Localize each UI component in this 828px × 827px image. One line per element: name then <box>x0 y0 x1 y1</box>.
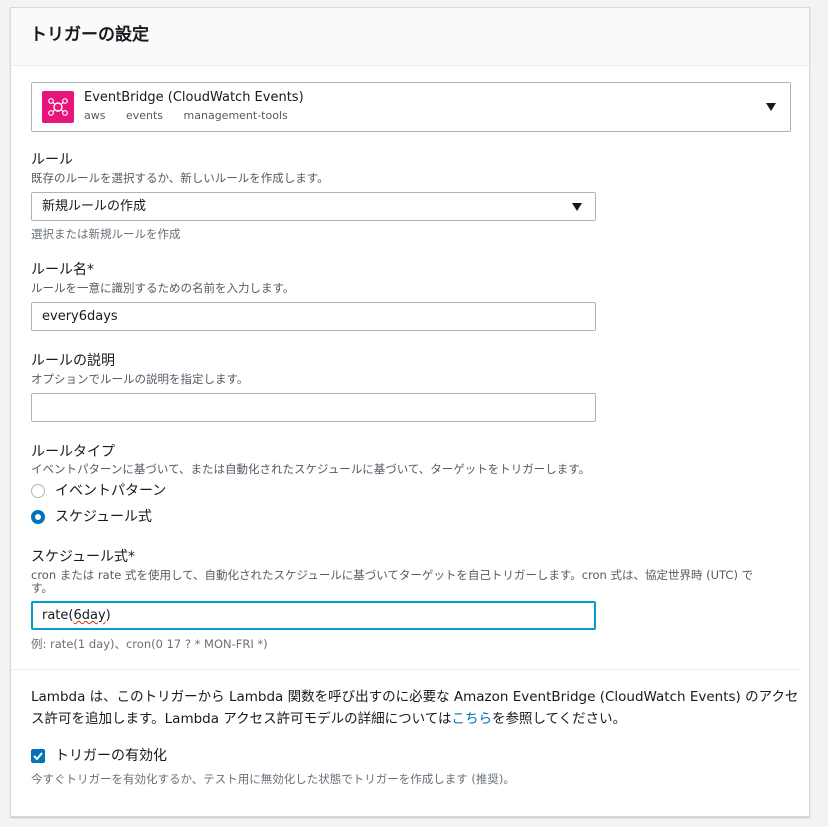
chevron-down-icon <box>572 203 582 211</box>
rule-name-input[interactable]: every6days <box>31 302 596 331</box>
schedule-expression-description-2: す。 <box>31 581 53 595</box>
rule-description: 既存のルールを選択するか、新しいルールを作成します。 <box>31 171 329 185</box>
trigger-config-panel: トリガーの設定 EventBridge (CloudWatch Events) <box>10 7 810 817</box>
schedule-value-prefix: rate( <box>42 608 74 623</box>
rule-select[interactable]: 新規ルールの作成 <box>31 192 596 221</box>
spelling-error-text: 6day <box>73 608 106 623</box>
schedule-expression-radio-label[interactable]: スケジュール式 <box>55 508 152 526</box>
permission-note: Lambda は、このトリガーから Lambda 関数を呼び出すのに必要な Am… <box>31 686 799 730</box>
enable-trigger-description: 今すぐトリガーを有効化するか、テスト用に無効化した状態でトリガーを作成します (… <box>31 772 515 786</box>
rule-type-label: ルールタイプ <box>31 444 115 460</box>
schedule-example: 例: rate(1 day)、cron(0 17 ? * MON-FRI *) <box>31 637 268 651</box>
section-divider <box>11 669 801 670</box>
event-pattern-radio-label[interactable]: イベントパターン <box>55 482 166 500</box>
event-pattern-radio[interactable] <box>31 484 45 498</box>
rule-description-help: オプションでルールの説明を指定します。 <box>31 372 249 386</box>
enable-trigger-label[interactable]: トリガーの有効化 <box>55 747 167 765</box>
permission-note-line-1: Lambda は、このトリガーから Lambda 関数を呼び出すのに必要な Am… <box>31 689 799 705</box>
trigger-service-select[interactable]: EventBridge (CloudWatch Events) aws even… <box>31 82 791 132</box>
permission-note-text-end: を参照してください。 <box>491 711 627 727</box>
schedule-expression-input[interactable]: rate(6day) <box>31 601 596 630</box>
service-name: EventBridge (CloudWatch Events) <box>84 90 304 105</box>
rule-name-label: ルール名* <box>31 262 94 278</box>
eventbridge-icon <box>42 91 74 123</box>
rule-description-label: ルールの説明 <box>31 353 115 369</box>
checkmark-icon <box>33 752 43 761</box>
service-tag: events <box>125 109 164 122</box>
chevron-down-icon <box>766 103 776 111</box>
panel-header: トリガーの設定 <box>11 8 809 66</box>
permission-note-line-2: ス許可を追加します。Lambda アクセス許可モデルの詳細についてはこちらを参照… <box>31 708 791 730</box>
rule-type-description: イベントパターンに基づいて、または自動化されたスケジュールに基づいて、ターゲット… <box>31 462 591 476</box>
rule-description-input[interactable] <box>31 393 596 422</box>
rule-label: ルール <box>31 152 73 168</box>
permission-model-link[interactable]: こちら <box>451 711 492 727</box>
service-tags: aws events management-tools <box>84 108 305 124</box>
rule-name-description: ルールを一意に識別するための名前を入力します。 <box>31 281 295 295</box>
schedule-expression-radio[interactable] <box>31 510 45 524</box>
schedule-expression-label: スケジュール式* <box>31 549 136 565</box>
enable-trigger-checkbox[interactable] <box>31 749 45 763</box>
service-tag: aws <box>84 109 106 122</box>
schedule-expression-description-1: cron または rate 式を使用して、自動化されたスケジュールに基づいてター… <box>31 568 754 582</box>
panel-title: トリガーの設定 <box>30 25 149 45</box>
service-tag: management-tools <box>183 109 288 122</box>
permission-note-text: ス許可を追加します。Lambda アクセス許可モデルの詳細については <box>31 711 452 727</box>
rule-select-value: 新規ルールの作成 <box>42 199 147 214</box>
rule-hint: 選択または新規ルールを作成 <box>31 227 181 241</box>
panel-body: EventBridge (CloudWatch Events) aws even… <box>11 66 809 816</box>
schedule-value-suffix: ) <box>105 608 111 623</box>
